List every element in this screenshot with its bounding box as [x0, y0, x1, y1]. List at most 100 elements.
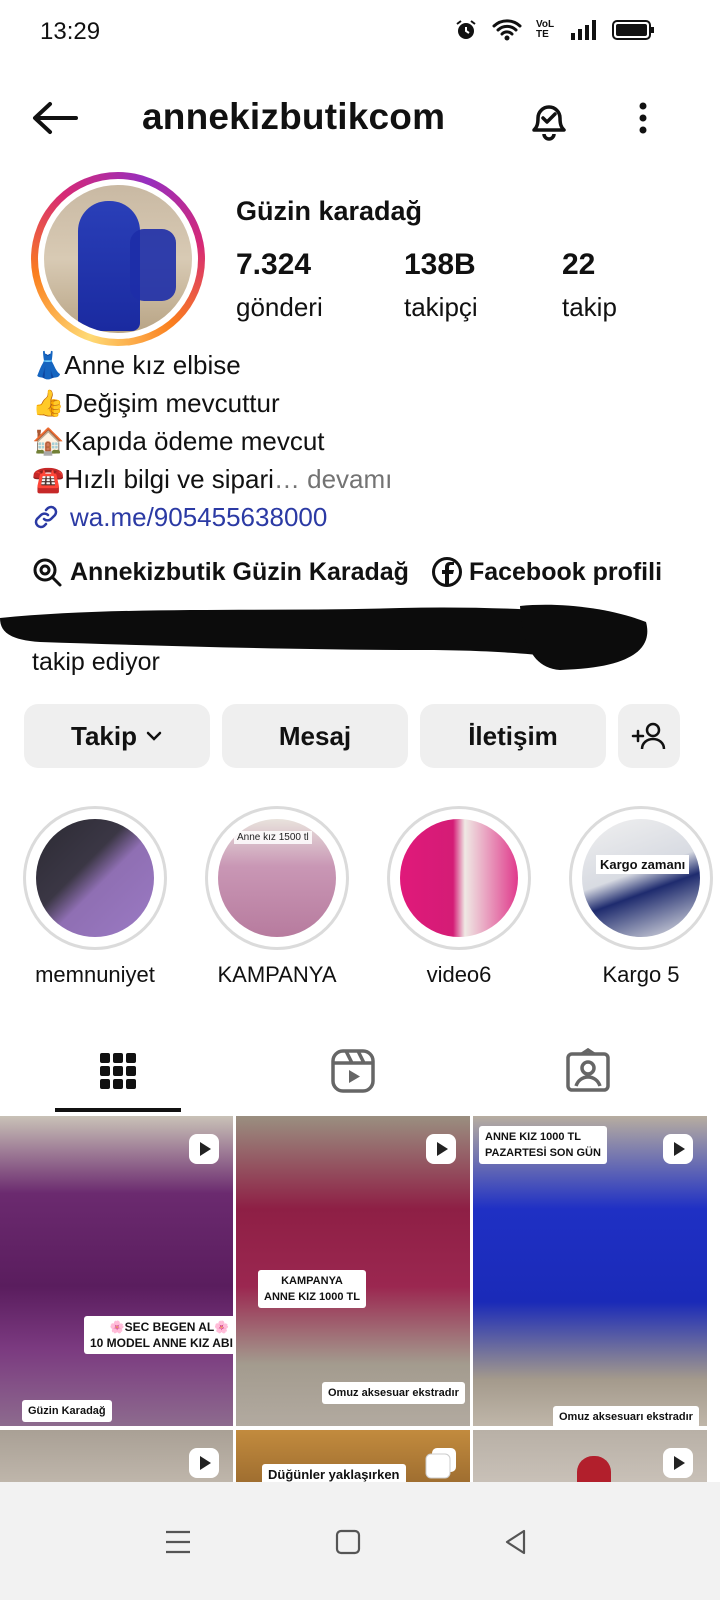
back-button[interactable] [30, 98, 80, 138]
bio-text: Anne kız elbise [64, 350, 241, 380]
highlight-memnuniyet[interactable]: memnuniyet [20, 806, 170, 988]
facebook-link-label: Facebook profili [468, 557, 663, 586]
stat-label: takipçi [404, 292, 478, 322]
dress-emoji: 👗 [32, 350, 65, 380]
message-button[interactable]: Mesaj [222, 704, 408, 768]
carousel-icon [425, 1448, 456, 1479]
active-tab-indicator [55, 1108, 181, 1112]
stat-posts[interactable]: 7.324 gönderi [236, 248, 323, 323]
tab-posts-grid[interactable] [58, 1030, 178, 1112]
threads-icon [33, 558, 62, 587]
highlight-label: Kargo 5 [602, 962, 680, 987]
post-tile[interactable] [0, 1430, 233, 1482]
avatar-image [44, 185, 192, 333]
home-button[interactable] [318, 1512, 378, 1572]
signal-icon [571, 20, 596, 40]
post-caption-2: Omuz aksesuarı ekstradır [553, 1406, 699, 1426]
post-caption-2: Omuz aksesuar ekstradır [322, 1382, 465, 1404]
avatar[interactable] [31, 172, 205, 346]
contact-button[interactable]: İletişim [420, 704, 606, 768]
bio-line: 👗Anne kız elbise [32, 346, 692, 384]
story-highlights: memnuniyet Anne kız 1500 tl KAMPANYA vid… [0, 806, 720, 996]
telephone-emoji: ☎️ [32, 464, 65, 494]
reel-icon [663, 1134, 693, 1164]
contact-button-label: İletişim [468, 720, 558, 751]
profile-links: Annekizbutik Güzin Karadağ Facebook prof… [32, 556, 662, 588]
bio-text: Değişim mevcuttur [64, 388, 280, 418]
wifi-icon [492, 19, 522, 41]
bio-line: 👍Değişim mevcuttur [32, 384, 692, 422]
post-tile[interactable]: Düğünler yaklaşırken [236, 1430, 470, 1482]
notifications-button[interactable] [524, 96, 574, 142]
status-icons: VoLTE [454, 18, 656, 42]
battery-icon [612, 20, 654, 40]
grid-icon [100, 1053, 136, 1089]
volte-label: VoLTE [536, 19, 555, 40]
profile-tabs [0, 1030, 720, 1112]
arrow-left-icon [33, 102, 78, 134]
tab-tagged[interactable] [528, 1030, 648, 1112]
highlight-kampanya[interactable]: Anne kız 1500 tl KAMPANYA [202, 806, 352, 988]
highlight-cover [23, 806, 167, 950]
reels-icon [331, 1049, 375, 1093]
menu-lines-icon [166, 1530, 190, 1554]
bio-more-link[interactable]: … devamı [274, 464, 393, 494]
post-caption: Düğünler yaklaşırken [262, 1464, 406, 1482]
message-button-label: Mesaj [278, 720, 352, 751]
bio-text: Hızlı bilgi ve sipari [64, 464, 274, 494]
back-nav-button[interactable] [486, 1512, 546, 1572]
recent-apps-button[interactable] [148, 1512, 208, 1572]
bio-link-text: wa.me/905455638000 [70, 502, 328, 532]
reel-icon [189, 1448, 219, 1478]
square-icon [335, 1529, 361, 1555]
post-tile[interactable]: ANNE KIZ 1000 TL PAZARTESİ SON GÜN Omuz … [473, 1116, 707, 1426]
suggest-people-button[interactable] [618, 704, 680, 768]
highlight-cover [387, 806, 531, 950]
highlight-label: video6 [426, 962, 492, 987]
bio-link[interactable]: wa.me/905455638000 [32, 498, 692, 536]
profile-actions: Takip Mesaj İletişim [24, 704, 684, 768]
facebook-link[interactable]: Facebook profili [431, 556, 662, 588]
stat-following[interactable]: 22 takip [562, 248, 617, 323]
stat-label: takip [562, 292, 617, 322]
post-watermark: Güzin Karadağ [22, 1400, 112, 1422]
highlight-cover: Kargo zamanı [569, 806, 713, 950]
highlight-cover: Anne kız 1500 tl [205, 806, 349, 950]
highlight-kargo[interactable]: Kargo zamanı Kargo 5 [566, 806, 716, 988]
post-tile[interactable]: KAMPANYA ANNE KIZ 1000 TL Omuz aksesuar … [236, 1116, 470, 1426]
add-person-icon [631, 722, 666, 750]
posts-grid: 🌸SEC BEGEN AL🌸 10 MODEL ANNE KIZ ABIYE G… [0, 1116, 720, 1482]
house-emoji: 🏠 [32, 426, 65, 456]
post-caption: 🌸SEC BEGEN AL🌸 10 MODEL ANNE KIZ ABIYE [84, 1316, 233, 1354]
tagged-person-icon [566, 1048, 610, 1092]
link-icon [34, 505, 58, 529]
post-tile[interactable] [473, 1430, 707, 1482]
bio-line: ☎️Hızlı bilgi ve sipari… devamı [32, 460, 692, 498]
post-caption: KAMPANYA ANNE KIZ 1000 TL [258, 1270, 366, 1308]
stat-followers[interactable]: 138B takipçi [404, 248, 478, 323]
reel-icon [189, 1134, 219, 1164]
highlight-caption: Anne kız 1500 tl [234, 831, 312, 844]
highlight-caption: Kargo zamanı [596, 855, 690, 874]
follow-button[interactable]: Takip [24, 704, 210, 768]
status-time: 13:29 [40, 18, 101, 45]
more-options-button[interactable] [628, 100, 658, 140]
reel-icon [426, 1134, 456, 1164]
stat-value: 138B [404, 248, 476, 281]
tab-reels[interactable] [293, 1030, 413, 1112]
follow-button-label: Takip [71, 720, 137, 751]
highlight-label: KAMPANYA [217, 962, 337, 987]
highlight-video6[interactable]: video6 [384, 806, 534, 988]
post-tile[interactable]: 🌸SEC BEGEN AL🌸 10 MODEL ANNE KIZ ABIYE G… [0, 1116, 233, 1426]
profile-header: annekizbutikcom [0, 88, 720, 148]
threads-link-label: Annekizbutik Güzin Karadağ [70, 557, 409, 586]
stat-value: 7.324 [236, 248, 312, 281]
triangle-back-icon [505, 1529, 526, 1555]
more-vertical-icon [639, 102, 647, 134]
highlight-label: memnuniyet [35, 962, 155, 987]
threads-link[interactable]: Annekizbutik Güzin Karadağ [32, 556, 409, 588]
thumbs-up-emoji: 👍 [32, 388, 65, 418]
bio: 👗Anne kız elbise 👍Değişim mevcuttur 🏠Kap… [32, 346, 692, 536]
stat-value: 22 [562, 248, 596, 281]
facebook-icon [431, 557, 462, 587]
